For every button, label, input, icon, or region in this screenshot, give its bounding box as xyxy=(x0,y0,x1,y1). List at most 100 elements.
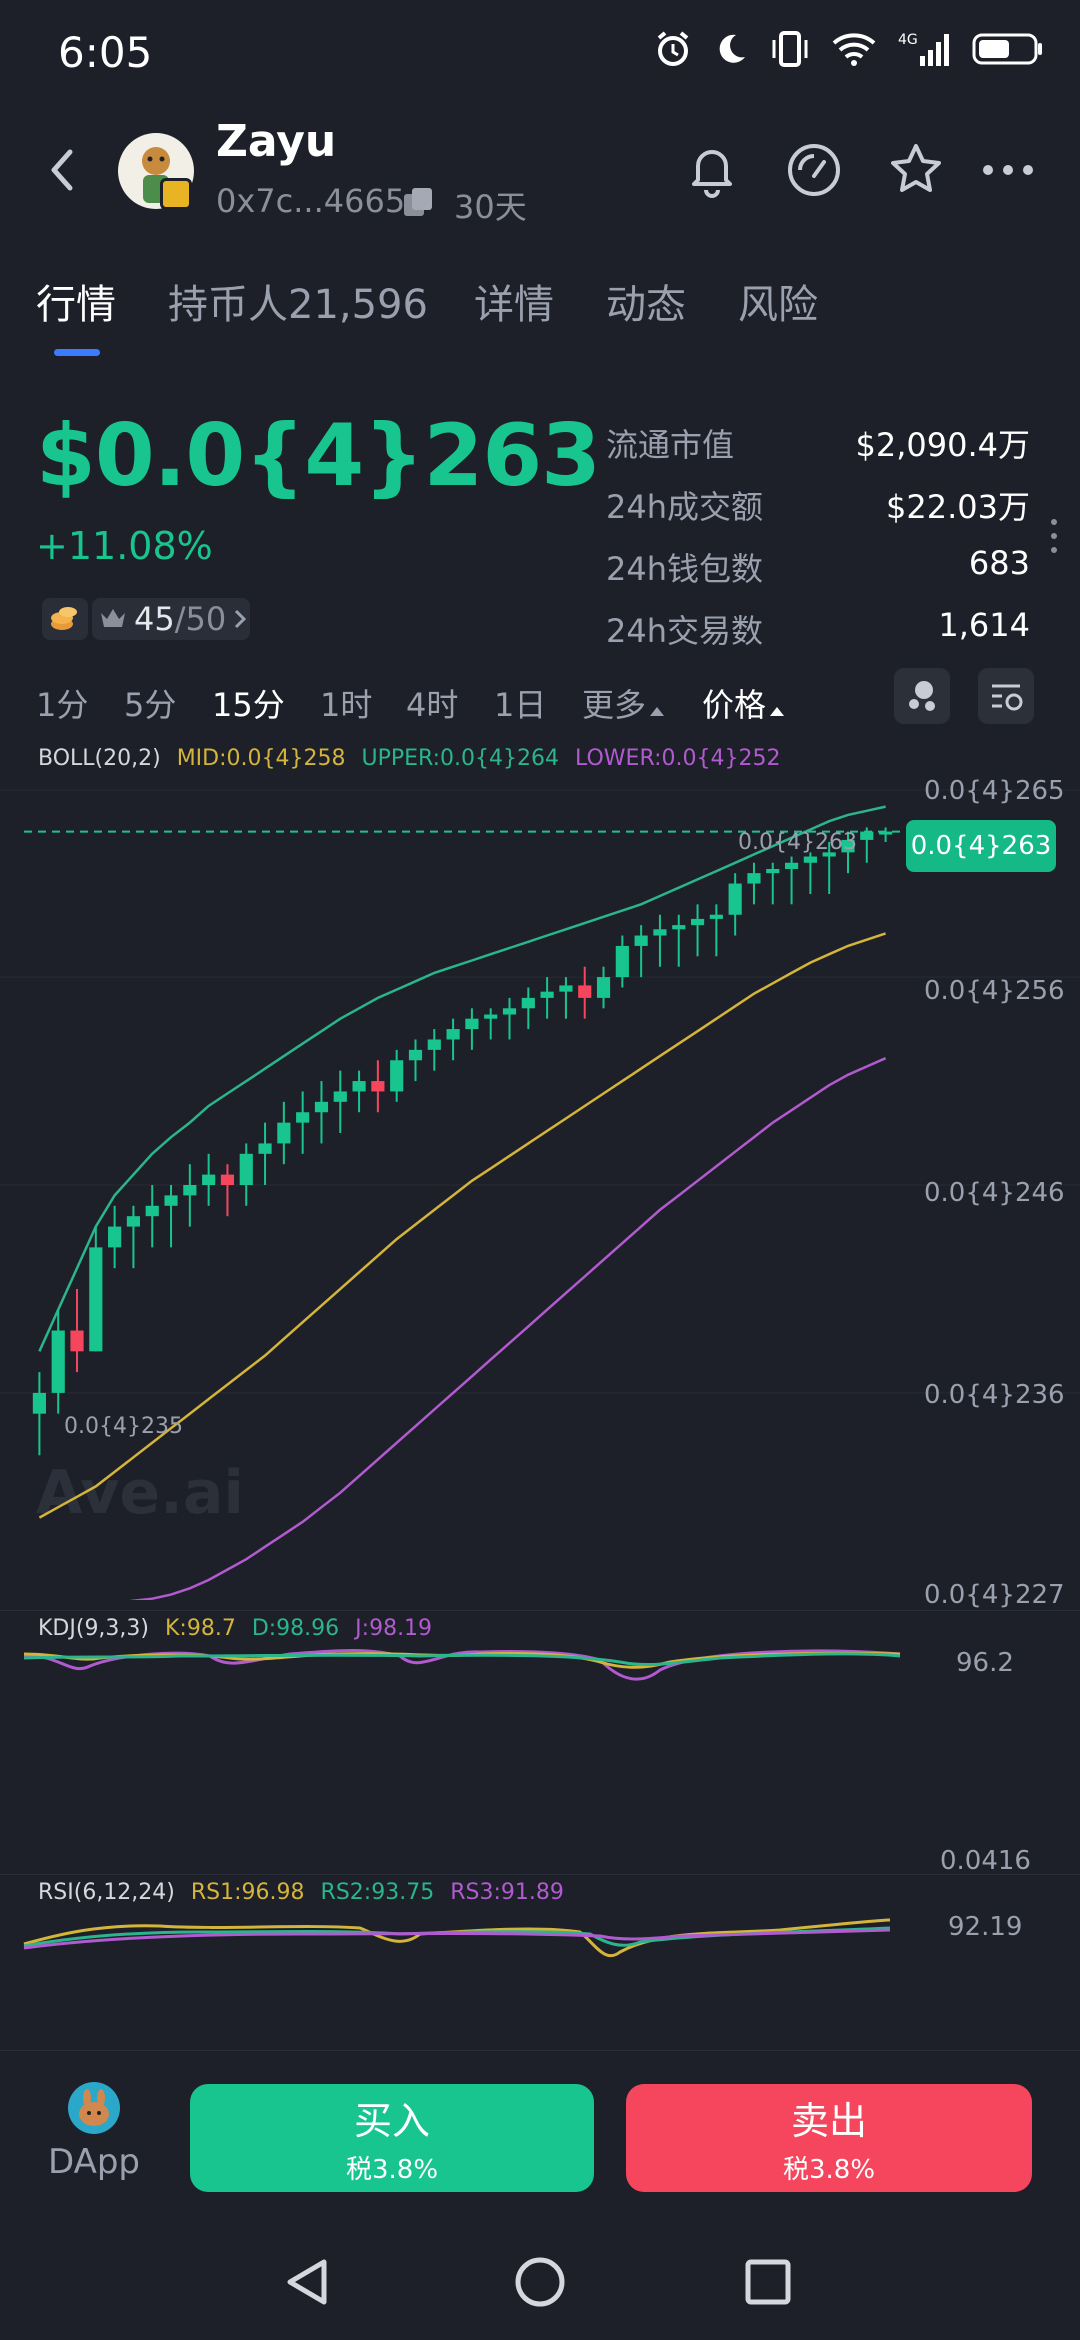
candle xyxy=(239,1153,253,1185)
rsi-axis: 92.19 xyxy=(948,1912,1023,1942)
candle xyxy=(784,862,799,869)
kdj-axis-bottom: 0.0416 xyxy=(940,1846,1031,1876)
sell-label: 卖出 xyxy=(790,2099,867,2143)
candle xyxy=(220,1174,235,1185)
pancakeswap-icon[interactable] xyxy=(68,2082,120,2134)
candle xyxy=(465,1018,479,1030)
y-axis-label: 0.0{4}236 xyxy=(924,1380,1065,1410)
token-address: 0x7c...4665 xyxy=(216,182,406,220)
kdj-axis-top: 96.2 xyxy=(956,1648,1014,1678)
timeframe-1d[interactable]: 1日 xyxy=(494,680,546,726)
candle xyxy=(879,831,893,835)
tab-details[interactable]: 详情 xyxy=(474,272,554,330)
stat-value-trades: 1,614 xyxy=(938,606,1030,644)
boll-upper-line xyxy=(38,805,886,1352)
candle xyxy=(559,985,573,992)
timeframe-5m[interactable]: 5分 xyxy=(124,680,176,726)
more-icon[interactable] xyxy=(978,140,1038,200)
sell-button[interactable]: 卖出 税3.8% xyxy=(626,2084,1032,2192)
nav-home-icon[interactable] xyxy=(510,2252,570,2312)
indicator-settings-button[interactable] xyxy=(978,668,1034,724)
candle xyxy=(70,1330,84,1352)
candle xyxy=(408,1049,423,1061)
boll-lower-line xyxy=(129,1057,887,1600)
tab-holders[interactable]: 持币人21,596 xyxy=(168,272,428,330)
tab-active-indicator xyxy=(54,349,100,356)
svg-text:4G: 4G xyxy=(898,32,918,48)
sell-tax: 税3.8% xyxy=(782,2155,876,2185)
status-icons: 4G xyxy=(654,30,1044,68)
status-time: 6:05 xyxy=(58,28,153,77)
bell-icon[interactable] xyxy=(682,140,742,200)
candle xyxy=(596,977,611,998)
candle xyxy=(672,925,686,930)
settings-icon xyxy=(992,684,1023,711)
timeframe-1m[interactable]: 1分 xyxy=(36,680,88,726)
chart-type-label: 价格 xyxy=(702,686,767,724)
boll-mid: MID:0.0{4}258 xyxy=(176,746,346,771)
y-axis-label: 0.0{4}227 xyxy=(924,1580,1065,1610)
drawing-tool-button[interactable] xyxy=(894,668,950,724)
timeframe-1h[interactable]: 1时 xyxy=(320,680,372,726)
nav-back-icon[interactable] xyxy=(278,2252,338,2312)
kebab-icon[interactable] xyxy=(1048,516,1060,556)
candle xyxy=(145,1205,159,1217)
boll-name: BOLL(20,2) xyxy=(38,746,161,771)
tab-market[interactable]: 行情 xyxy=(36,272,116,330)
low-price-label: 0.0{4}235 xyxy=(64,1414,183,1439)
gauge-icon[interactable] xyxy=(784,140,844,200)
candle xyxy=(728,883,742,915)
timeframe-15m[interactable]: 15分 xyxy=(212,680,285,726)
stat-label-mcap: 流通市值 xyxy=(606,426,735,464)
buy-label: 买入 xyxy=(353,2099,430,2143)
candle xyxy=(484,1014,498,1019)
candle xyxy=(502,1008,517,1015)
price-change: +11.08% xyxy=(36,524,213,568)
rsi-chart[interactable] xyxy=(0,1874,1080,2050)
candle xyxy=(653,929,667,936)
candle xyxy=(126,1216,141,1227)
rank-total: /50 xyxy=(174,600,227,638)
current-price: $0.0{4}263 xyxy=(36,406,601,506)
dapp-label[interactable]: DApp xyxy=(48,2142,140,2182)
candle xyxy=(202,1174,216,1185)
wifi-icon xyxy=(832,33,876,66)
candle xyxy=(352,1081,366,1092)
boll-upper: UPPER:0.0{4}264 xyxy=(361,746,560,771)
price-chart[interactable] xyxy=(0,770,1080,1600)
candle xyxy=(446,1029,460,1040)
back-icon[interactable] xyxy=(40,140,84,200)
candle xyxy=(51,1330,65,1393)
kdj-chart[interactable] xyxy=(0,1610,1080,1880)
chart-type-dropdown[interactable]: 价格 xyxy=(702,680,785,726)
candle xyxy=(521,997,535,1009)
candle xyxy=(258,1143,272,1154)
candle xyxy=(89,1247,103,1352)
vibrate-icon xyxy=(772,31,808,67)
tab-activity[interactable]: 动态 xyxy=(606,272,686,330)
coins-icon[interactable] xyxy=(42,598,88,640)
period-label: 30天 xyxy=(454,188,527,226)
candle xyxy=(333,1091,347,1102)
candle xyxy=(690,918,705,926)
y-axis-label: 0.0{4}256 xyxy=(924,976,1065,1006)
candle xyxy=(296,1112,310,1123)
rank-badge[interactable]: 45/50 xyxy=(92,598,250,640)
timeframe-more-dropdown[interactable]: 更多 xyxy=(582,680,665,726)
tab-risk[interactable]: 风险 xyxy=(738,272,818,330)
candle xyxy=(164,1195,178,1206)
timeframe-more-label: 更多 xyxy=(582,686,647,724)
timeframe-4h[interactable]: 4时 xyxy=(406,680,458,726)
boll-lower: LOWER:0.0{4}252 xyxy=(575,746,781,771)
dropdown-triangle-icon xyxy=(770,707,785,716)
star-icon[interactable] xyxy=(886,140,946,200)
copy-icon[interactable] xyxy=(400,184,436,220)
candle xyxy=(634,935,648,946)
stat-value-mcap: $2,090.4万 xyxy=(855,426,1030,464)
nav-recents-icon[interactable] xyxy=(738,2252,798,2312)
candle xyxy=(390,1060,404,1092)
candle xyxy=(578,985,592,998)
alarm-icon xyxy=(657,31,689,66)
buy-button[interactable]: 买入 税3.8% xyxy=(190,2084,594,2192)
stat-label-wallets: 24h钱包数 xyxy=(606,550,764,588)
